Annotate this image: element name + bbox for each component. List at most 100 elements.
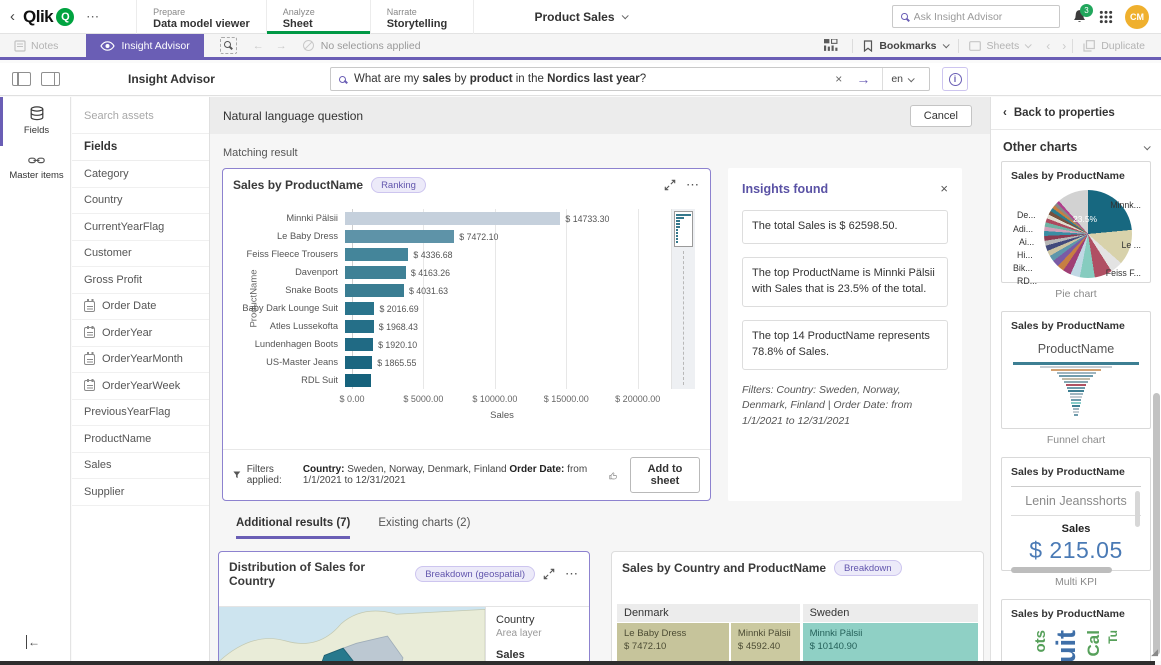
map-visual[interactable]: [219, 607, 485, 661]
wordcloud-word[interactable]: Cal: [1084, 630, 1103, 656]
close-insights-icon[interactable]: ×: [940, 181, 948, 196]
expand-icon[interactable]: [664, 179, 676, 191]
thumbs-up-icon[interactable]: [609, 469, 618, 482]
tab-additional-results-7-[interactable]: Additional results (7): [236, 517, 351, 539]
cancel-button[interactable]: Cancel: [909, 104, 972, 127]
treemap-visual: Denmark Le Baby Dress $ 7472.10 Minnki Päls…: [617, 604, 978, 661]
bar[interactable]: [345, 337, 374, 351]
clear-query-icon[interactable]: ×: [833, 72, 844, 86]
field-item[interactable]: Supplier: [72, 479, 209, 506]
filter-icon: [233, 471, 241, 479]
insight-item[interactable]: The top ProductName is Minnki Pälsii wit…: [742, 256, 948, 307]
step-forward-icon[interactable]: →: [270, 40, 293, 52]
bar[interactable]: [345, 283, 404, 297]
field-item[interactable]: Country: [72, 188, 209, 214]
pie-chart-preview-card[interactable]: Sales by ProductName 23.5% De... Adi... Ai…: [1001, 161, 1151, 286]
treemap-cell[interactable]: Minnki Pälsii $ 4592.40: [730, 623, 800, 661]
chart-menu-icon[interactable]: ⋯: [565, 566, 579, 582]
treemap-cell[interactable]: Le Baby Dress $ 7472.10: [617, 623, 729, 661]
nav-tab-data-model-viewer[interactable]: Prepare Data model viewer: [136, 0, 266, 34]
advisor-info-button[interactable]: i: [942, 67, 968, 91]
wordcloud-word[interactable]: Tu: [1106, 630, 1120, 644]
wordcloud-word[interactable]: Suit: [1051, 630, 1081, 661]
nav-tab-sheet[interactable]: Analyze Sheet: [265, 0, 370, 34]
rail-tab-master-items[interactable]: Master items: [0, 146, 70, 191]
bar[interactable]: [345, 229, 455, 243]
language-dropdown[interactable]: en: [882, 68, 921, 90]
treemap-chart-card[interactable]: Sales by Country and ProductName Breakdo…: [611, 551, 984, 661]
pie-label: Le ...: [1121, 240, 1141, 250]
step-back-icon[interactable]: ←: [247, 40, 270, 52]
expand-icon[interactable]: [543, 568, 555, 580]
global-search[interactable]: [892, 5, 1060, 28]
x-tick-label: $ 20000.00: [615, 394, 661, 404]
result-chart-card[interactable]: Sales by ProductName Ranking ⋯ ProductNa…: [222, 168, 711, 501]
field-item[interactable]: PreviousYearFlag: [72, 400, 209, 426]
funnel-chart-preview-card[interactable]: Sales by ProductName ProductName: [1001, 311, 1151, 429]
bar[interactable]: [345, 355, 373, 369]
next-sheet-icon[interactable]: ›: [1056, 39, 1072, 53]
query-text-part: product: [469, 73, 513, 85]
field-item[interactable]: Gross Profit: [72, 267, 209, 294]
advisor-search-box[interactable]: What are my sales by product in the Nord…: [330, 67, 930, 91]
bar[interactable]: [345, 265, 406, 279]
chart-menu-icon[interactable]: ⋯: [686, 177, 700, 193]
field-item[interactable]: OrderYearWeek: [72, 373, 209, 400]
clear-selections-button[interactable]: No selections applied: [293, 34, 431, 57]
bar-row: Lundenhagen Boots $ 1920.10: [241, 335, 696, 353]
insight-advisor-toggle[interactable]: Insight Advisor: [86, 34, 204, 57]
toggle-right-panel-icon[interactable]: [41, 72, 60, 86]
avatar[interactable]: CM: [1125, 4, 1149, 29]
app-launcher-icon[interactable]: [1099, 10, 1113, 24]
bar[interactable]: [345, 319, 374, 333]
wordcloud-word[interactable]: ots: [1032, 630, 1049, 653]
prev-sheet-icon[interactable]: ‹: [1040, 39, 1056, 53]
collapse-panel-icon[interactable]: ←: [26, 635, 40, 649]
calendar-icon: [84, 299, 95, 312]
global-search-input[interactable]: [913, 10, 1051, 23]
panel-scrollbar[interactable]: [1153, 393, 1160, 655]
duplicate-button[interactable]: Duplicate: [1073, 34, 1161, 57]
nav-tab-storytelling[interactable]: Narrate Storytelling: [369, 0, 474, 34]
bar[interactable]: [345, 247, 409, 261]
toggle-left-panel-icon[interactable]: [12, 72, 31, 86]
multi-kpi-preview-card[interactable]: Sales by ProductName Lenin Jeansshorts S…: [1001, 457, 1151, 573]
other-charts-section-header[interactable]: Other charts: [991, 130, 1161, 161]
wordcloud-preview-card[interactable]: Sales by ProductName ots Suit Cal Tu: [1001, 599, 1151, 661]
notes-button[interactable]: Notes: [0, 34, 68, 57]
asset-search[interactable]: [72, 97, 209, 134]
add-to-sheet-button[interactable]: Add to sheet: [629, 457, 700, 493]
kpi-horizontal-scrollbar[interactable]: [1011, 567, 1113, 573]
back-to-properties-button[interactable]: ‹ Back to properties: [991, 97, 1161, 130]
advisor-query-text[interactable]: What are my sales by product in the Nord…: [354, 73, 825, 85]
insight-item[interactable]: The total Sales is $ 62598.50.: [742, 210, 948, 244]
field-item[interactable]: OrderYear: [72, 320, 209, 347]
app-title-dropdown[interactable]: Product Sales: [534, 10, 629, 24]
field-item[interactable]: OrderYearMonth: [72, 347, 209, 373]
submit-query-icon[interactable]: →: [852, 71, 874, 87]
field-item[interactable]: Sales: [72, 453, 209, 479]
field-item[interactable]: CurrentYearFlag: [72, 214, 209, 241]
field-item[interactable]: Customer: [72, 241, 209, 267]
sheets-button[interactable]: Sheets: [959, 34, 1041, 57]
notifications-button[interactable]: 3: [1072, 4, 1093, 24]
back-chevron-icon[interactable]: ‹: [10, 8, 15, 25]
more-menu-icon[interactable]: ⋯: [82, 9, 104, 25]
field-item[interactable]: ProductName: [72, 426, 209, 453]
bar[interactable]: [345, 211, 561, 225]
insight-item[interactable]: The top 14 ProductName represents 78.8% …: [742, 319, 948, 370]
date-filter-label: Order Date:: [509, 464, 565, 475]
kpi-vertical-scrollbar[interactable]: [1135, 491, 1140, 527]
bookmarks-button[interactable]: Bookmarks: [853, 34, 957, 57]
treemap-cell[interactable]: Minnki Pälsii $ 10140.90: [802, 623, 978, 661]
map-chart-card[interactable]: Distribution of Sales for Country Breakd…: [218, 551, 590, 661]
chart-grid-icon[interactable]: [824, 39, 838, 52]
tab-existing-charts-2-[interactable]: Existing charts (2): [378, 517, 470, 539]
selections-tool-icon[interactable]: [219, 37, 237, 54]
field-item[interactable]: Order Date: [72, 294, 209, 320]
rail-tab-fields[interactable]: Fields: [0, 97, 70, 146]
field-item[interactable]: Category: [72, 161, 209, 188]
bar[interactable]: [345, 373, 372, 387]
asset-search-input[interactable]: [84, 110, 197, 122]
bar[interactable]: [345, 301, 375, 315]
